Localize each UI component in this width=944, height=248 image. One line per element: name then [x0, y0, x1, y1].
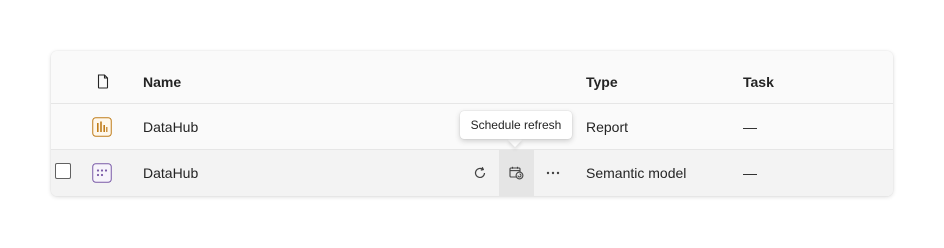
more-options-button[interactable]	[536, 150, 570, 196]
table-header-row: Name Type Task	[51, 51, 893, 104]
item-name[interactable]: DataHub	[143, 119, 198, 135]
refresh-icon	[474, 166, 486, 179]
column-header-type[interactable]: Type	[586, 74, 618, 90]
semantic-model-icon	[92, 163, 112, 183]
tooltip-text: Schedule refresh	[470, 118, 562, 132]
schedule-refresh-button[interactable]	[499, 150, 534, 196]
table-row[interactable]: DataHub Semantic model —	[51, 150, 893, 196]
item-task: —	[743, 165, 757, 181]
item-task: —	[743, 119, 757, 135]
item-type: Report	[586, 119, 629, 135]
item-type: Semantic model	[586, 165, 687, 181]
schedule-refresh-icon	[509, 166, 524, 180]
report-icon	[92, 117, 112, 137]
more-options-icon	[546, 171, 560, 175]
column-header-name[interactable]: Name	[143, 74, 181, 90]
refresh-button[interactable]	[463, 150, 497, 196]
file-type-icon[interactable]	[97, 74, 109, 89]
item-name[interactable]: DataHub	[143, 165, 198, 181]
row-select-checkbox[interactable]	[55, 163, 71, 179]
column-header-task[interactable]: Task	[743, 74, 774, 90]
schedule-refresh-tooltip: Schedule refresh	[460, 111, 572, 139]
